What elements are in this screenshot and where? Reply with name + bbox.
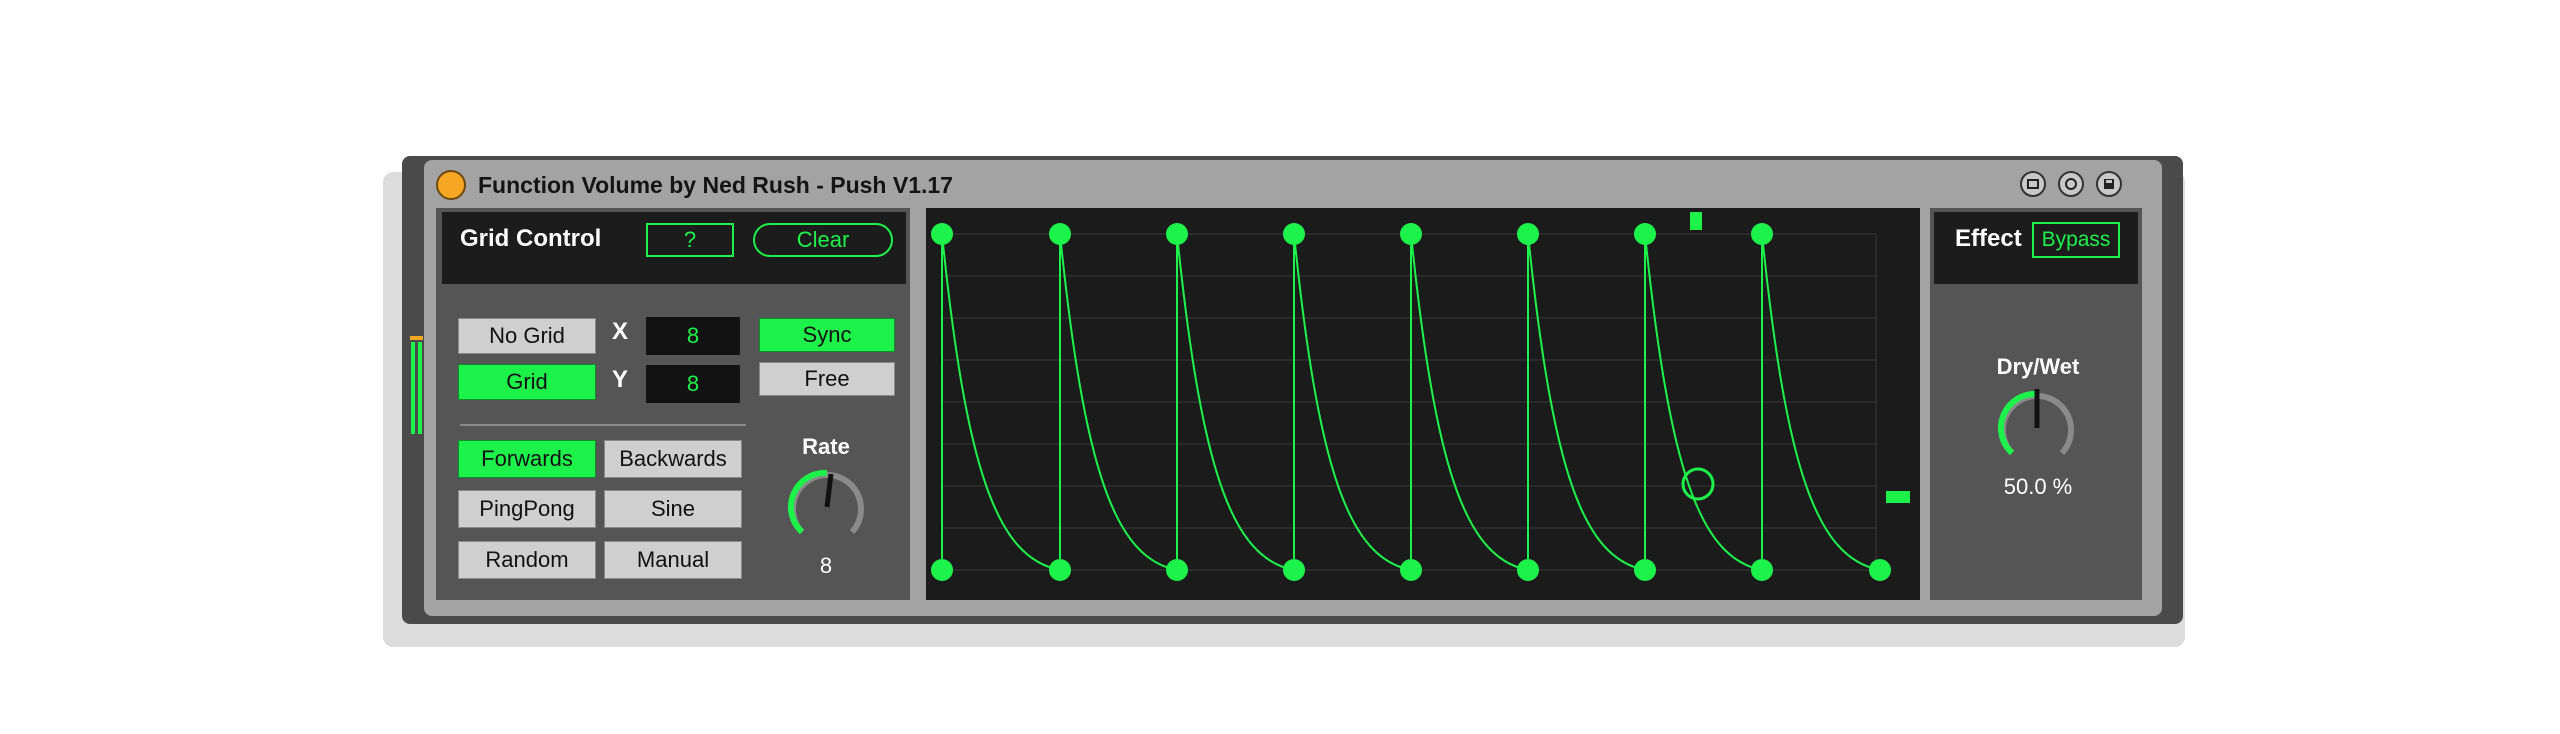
random-button[interactable]: Random: [458, 541, 596, 579]
save-icon[interactable]: [2096, 171, 2122, 197]
y-label: Y: [612, 366, 629, 393]
device-activator[interactable]: [436, 170, 466, 200]
clip-icon[interactable]: [2020, 171, 2046, 197]
input-meter-right: [418, 342, 422, 434]
input-meter-peak: [410, 336, 423, 340]
bypass-button[interactable]: Bypass: [2032, 222, 2120, 258]
function-curve[interactable]: [926, 208, 1920, 600]
sync-button[interactable]: Sync: [759, 318, 895, 352]
grid-divider: [460, 424, 746, 426]
no-grid-button[interactable]: No Grid: [458, 318, 596, 354]
rate-value: 8: [819, 553, 833, 578]
help-button[interactable]: ?: [646, 223, 734, 257]
device-title: Function Volume by Ned Rush - Push V1.17: [478, 172, 953, 198]
rate-knob[interactable]: [780, 460, 874, 554]
sine-button[interactable]: Sine: [604, 490, 742, 528]
free-button[interactable]: Free: [759, 362, 895, 396]
drywet-label: Dry/Wet: [1996, 354, 2080, 379]
x-divisions-field[interactable]: 8: [646, 317, 740, 355]
drywet-knob[interactable]: [1990, 381, 2084, 475]
grid-button[interactable]: Grid: [458, 364, 596, 400]
effect-title: Effect: [1955, 225, 2022, 252]
manual-button[interactable]: Manual: [604, 541, 742, 579]
forwards-button[interactable]: Forwards: [458, 440, 596, 478]
rate-label: Rate: [802, 434, 850, 459]
grid-control-title: Grid Control: [460, 225, 602, 252]
input-meter-left: [411, 342, 415, 434]
y-divisions-field[interactable]: 8: [646, 365, 740, 403]
pingpong-button[interactable]: PingPong: [458, 490, 596, 528]
backwards-button[interactable]: Backwards: [604, 440, 742, 478]
drywet-value: 50.0 %: [2003, 474, 2073, 499]
refresh-icon[interactable]: [2058, 171, 2084, 197]
clear-button[interactable]: Clear: [753, 223, 893, 257]
x-label: X: [612, 318, 629, 345]
